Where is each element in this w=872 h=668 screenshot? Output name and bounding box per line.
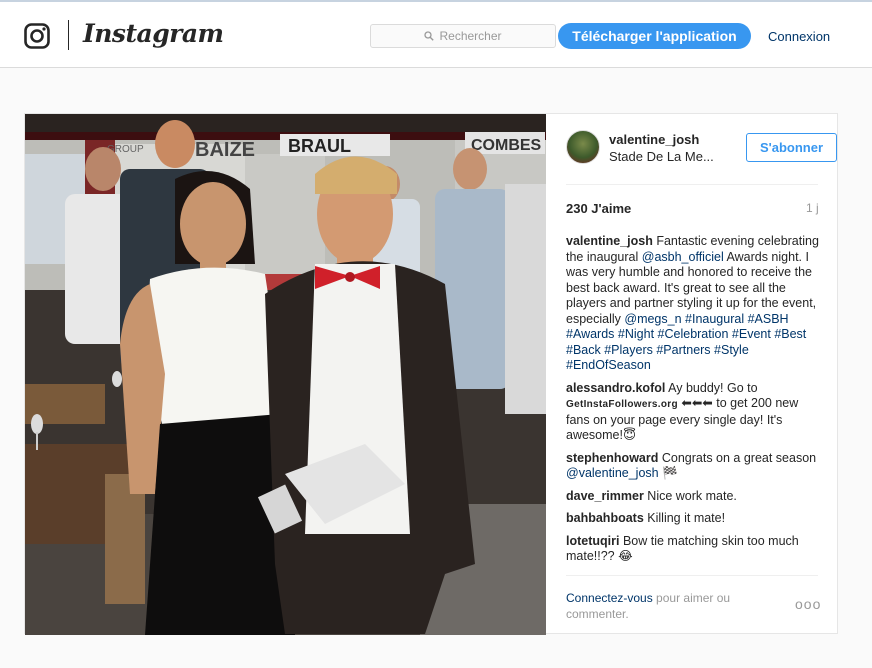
comment-username[interactable]: alessandro.kofol — [566, 381, 665, 395]
hashtag[interactable]: #Awards — [566, 327, 614, 341]
comment-smallcaps-text: GetInstaFollowers.org — [566, 399, 678, 410]
caption-username[interactable]: valentine_josh — [566, 234, 653, 248]
comment-list: valentine_josh Fantastic evening celebra… — [566, 234, 820, 572]
search-placeholder: Rechercher — [439, 29, 502, 43]
hashtag[interactable]: #Players — [604, 343, 653, 357]
hashtag[interactable]: #ASBH — [748, 312, 789, 326]
comment-text: 🏁 — [658, 466, 678, 480]
hashtag[interactable]: #Celebration — [658, 327, 729, 341]
post-sidebar: valentine_josh Stade De La Me... S'abonn… — [546, 114, 838, 633]
photo-sign-combes: COMBES — [471, 137, 542, 154]
search-icon — [424, 31, 435, 41]
hashtag[interactable]: #Partners — [656, 343, 710, 357]
hashtag[interactable]: #Back — [566, 343, 601, 357]
search-input[interactable]: Rechercher — [370, 24, 556, 48]
comment-username[interactable]: bahbahboats — [566, 511, 644, 525]
header-divider — [68, 20, 69, 50]
comment-item: bahbahboats Killing it mate! — [566, 511, 820, 527]
instagram-wordmark[interactable]: Instagram — [83, 19, 224, 48]
instagram-camera-icon[interactable] — [24, 23, 50, 49]
photo-illustration: BRAUL COMBES GROUP BAIZE — [25, 114, 546, 635]
comment-text: Killing it mate! — [643, 511, 726, 525]
hashtag[interactable]: #Night — [618, 327, 654, 341]
comment-item: lotetuqiri Bow tie matching skin too muc… — [566, 534, 820, 565]
caption-mention-2[interactable]: @megs_n — [624, 312, 681, 326]
avatar[interactable] — [566, 130, 600, 164]
post-author-header: valentine_josh Stade De La Me... S'abonn… — [566, 130, 837, 168]
login-link[interactable]: Connexion — [768, 29, 830, 44]
hashtag[interactable]: #EndOfSeason — [566, 358, 651, 372]
comment-username[interactable]: stephenhoward — [566, 451, 658, 465]
post-card: BRAUL COMBES GROUP BAIZE valentine_josh … — [24, 113, 838, 635]
comment-mention[interactable]: @valentine_josh — [566, 466, 659, 480]
likes-count[interactable]: 230 J'aime — [566, 201, 631, 216]
follow-button[interactable]: S'abonner — [746, 133, 837, 162]
comment-text: Congrats on a great season — [658, 450, 817, 465]
photo-sign-baize: BAIZE — [195, 139, 255, 161]
hashtag[interactable]: #Event — [732, 327, 771, 341]
divider — [566, 575, 818, 576]
comment-text: Ay buddy! Go to — [665, 380, 758, 395]
more-options-icon[interactable]: ooo — [795, 596, 821, 612]
comment-item: dave_rimmer Nice work mate. — [566, 489, 820, 505]
photo-sign-braul: BRAUL — [288, 136, 351, 156]
author-username[interactable]: valentine_josh — [609, 132, 699, 147]
top-navbar: Instagram Rechercher Télécharger l'appli… — [0, 2, 872, 68]
hashtag[interactable]: #Best — [774, 327, 806, 341]
post-location[interactable]: Stade De La Me... — [609, 149, 714, 164]
login-prompt: Connectez-vous pour aimer ou commenter. — [566, 590, 766, 622]
comment-username[interactable]: dave_rimmer — [566, 489, 644, 503]
post-timestamp[interactable]: 1 j — [806, 201, 819, 215]
post-photo[interactable]: BRAUL COMBES GROUP BAIZE — [25, 114, 546, 635]
download-app-button[interactable]: Télécharger l'application — [558, 23, 751, 49]
comment-item: alessandro.kofol Ay buddy! Go to GetInst… — [566, 381, 820, 444]
caption-mention-1[interactable]: @asbh_officiel — [642, 250, 724, 264]
caption: valentine_josh Fantastic evening celebra… — [566, 234, 820, 374]
hashtag[interactable]: #Inaugural — [685, 312, 744, 326]
divider — [566, 184, 818, 185]
comment-text: Nice work mate. — [643, 488, 737, 503]
comment-item: stephenhoward Congrats on a great season… — [566, 451, 820, 482]
comment-username[interactable]: lotetuqiri — [566, 534, 619, 548]
login-prompt-link[interactable]: Connectez-vous — [566, 591, 653, 605]
hashtag[interactable]: #Style — [714, 343, 749, 357]
